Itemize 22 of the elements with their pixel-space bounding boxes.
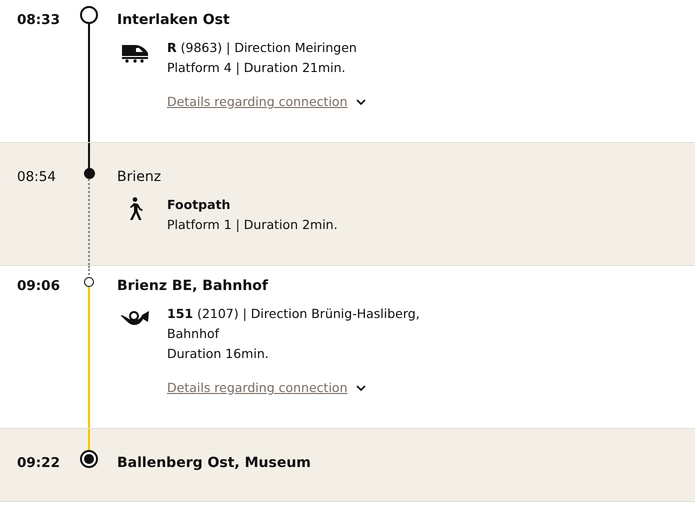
station-name: Brienz <box>117 169 162 185</box>
stop-marker <box>80 450 98 468</box>
connection-info: Footpath <box>167 196 232 214</box>
departure-time: 09:22 <box>16 454 61 473</box>
departure-time: 09:06 <box>16 277 61 296</box>
departure-time: 08:54 <box>16 168 57 187</box>
connection-info: R (9863) | Direction Meiringen <box>167 39 358 57</box>
chevron-down-icon[interactable] <box>356 98 366 106</box>
details-link[interactable]: Details regarding connection <box>167 378 348 398</box>
connection-info: Duration 16min. <box>167 345 270 363</box>
stop-marker <box>84 277 94 287</box>
stop-marker <box>84 168 94 179</box>
connection-info: Platform 4 | Duration 21min. <box>167 59 347 77</box>
details-link[interactable]: Details regarding connection <box>167 92 348 112</box>
station-name: Brienz BE, Bahnhof <box>117 278 270 294</box>
connection-info: 151 (2107) | Direction Brünig-Hasliberg, Bahnhof <box>167 305 421 343</box>
stop-marker <box>80 6 98 24</box>
station-name: Interlaken Ost <box>117 12 231 28</box>
station-name: Ballenberg Ost, Museum <box>117 455 312 471</box>
connection-info: Platform 1 | Duration 2min. <box>167 216 339 234</box>
departure-time: 08:33 <box>16 11 61 30</box>
chevron-down-icon[interactable] <box>356 384 366 392</box>
